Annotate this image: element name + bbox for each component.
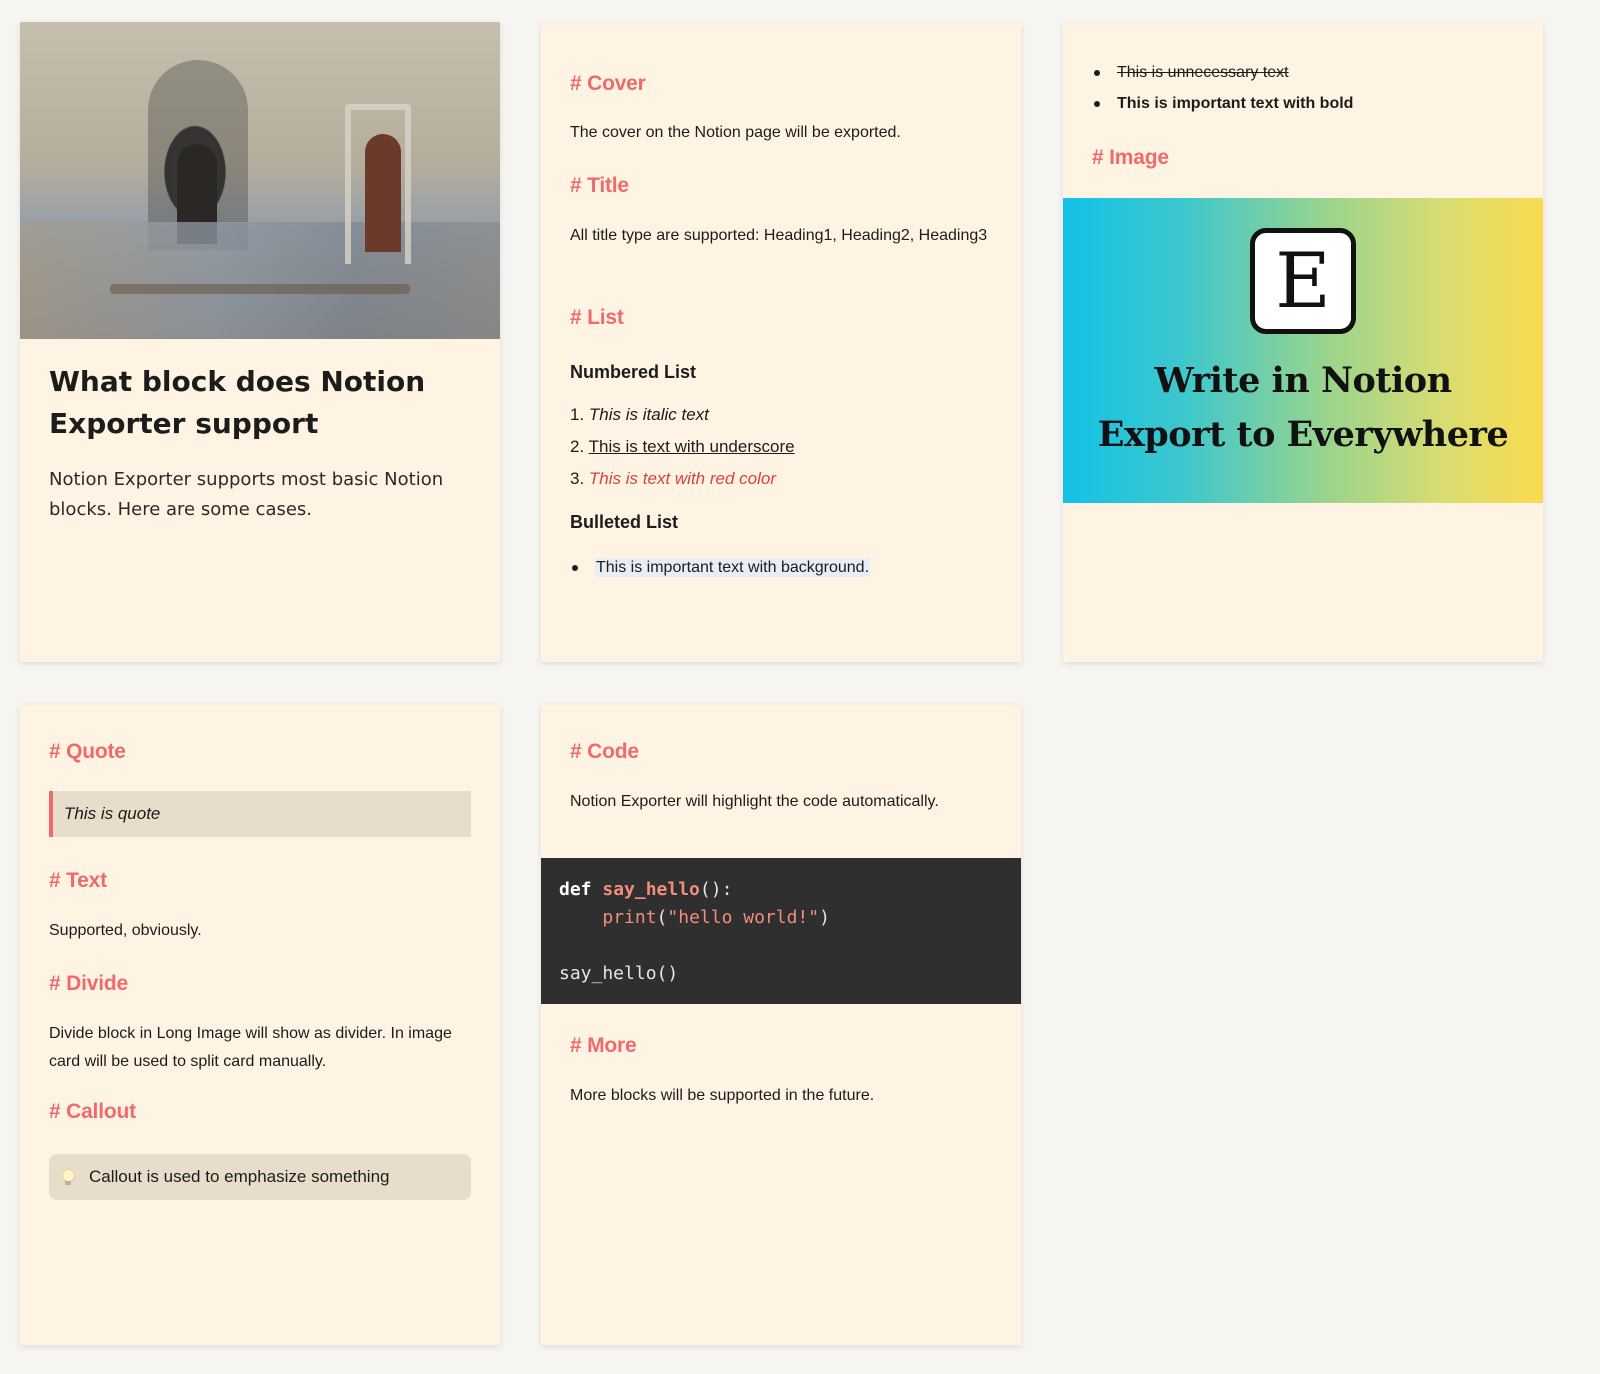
quote-heading: # Quote [49, 740, 126, 763]
numbered-list: 1. This is italic text 2. This is text w… [570, 399, 992, 495]
more-heading: # More [570, 1034, 637, 1057]
list-heading: # List [570, 306, 624, 329]
bulleted-list: This is unnecessary text This is importa… [1092, 57, 1514, 119]
card-image: This is unnecessary text This is importa… [1063, 22, 1543, 662]
banner-line-1: Write in Notion [1154, 360, 1452, 401]
bulleted-list-title: Bulleted List [570, 512, 679, 532]
list-item: 2. This is text with underscore [570, 437, 795, 456]
image-heading: # Image [1092, 146, 1169, 169]
lightbulb-icon [61, 1168, 75, 1186]
callout-block: Callout is used to emphasize something [49, 1154, 471, 1200]
cover-heading: # Cover [570, 72, 646, 95]
code-heading: # Code [570, 740, 639, 763]
page-title: What block does Notion Exporter support [49, 365, 426, 440]
divide-body: Divide block in Long Image will show as … [49, 1025, 452, 1070]
list-item: 3. This is text with red color [570, 469, 776, 488]
callout-heading: # Callout [49, 1100, 136, 1123]
quote-block: This is quote [49, 791, 471, 837]
card-code-more: # Code Notion Exporter will highlight th… [541, 705, 1021, 1345]
card-cover-title-list: # Cover The cover on the Notion page wil… [541, 22, 1021, 662]
code-text: Notion Exporter will highlight the code … [570, 793, 939, 810]
list-item: 1. This is italic text [570, 405, 709, 424]
title-heading: # Title [570, 174, 629, 197]
list-item: This is important text with background. [570, 552, 992, 583]
banner-line-2: Export to Everywhere [1097, 414, 1509, 455]
bulleted-list: This is important text with background. [570, 552, 992, 583]
title-text: All title type are supported: Heading1, … [570, 227, 988, 244]
page-description: Notion Exporter supports most basic Noti… [49, 469, 444, 520]
more-text: More blocks will be supported in the fut… [570, 1087, 875, 1104]
cover-image [20, 22, 500, 339]
notion-exporter-logo: E [1250, 228, 1356, 334]
code-block: def say_hello(): print("hello world!") s… [541, 858, 1021, 1004]
cover-text: The cover on the Notion page will be exp… [570, 124, 901, 141]
list-item: This is important text with bold [1092, 88, 1514, 119]
callout-text: Callout is used to emphasize something [89, 1167, 390, 1186]
numbered-list-title: Numbered List [570, 362, 697, 382]
list-item: This is unnecessary text [1092, 57, 1514, 88]
text-heading: # Text [49, 869, 107, 892]
divide-heading: # Divide [49, 972, 128, 995]
card-quote-text-divide-callout: # Quote This is quote # Text Supported, … [20, 705, 500, 1345]
text-body: Supported, obviously. [49, 922, 202, 939]
banner-image: E Write in Notion Export to Everywhere [1063, 198, 1543, 503]
card-intro: What block does Notion Exporter support … [20, 22, 500, 662]
